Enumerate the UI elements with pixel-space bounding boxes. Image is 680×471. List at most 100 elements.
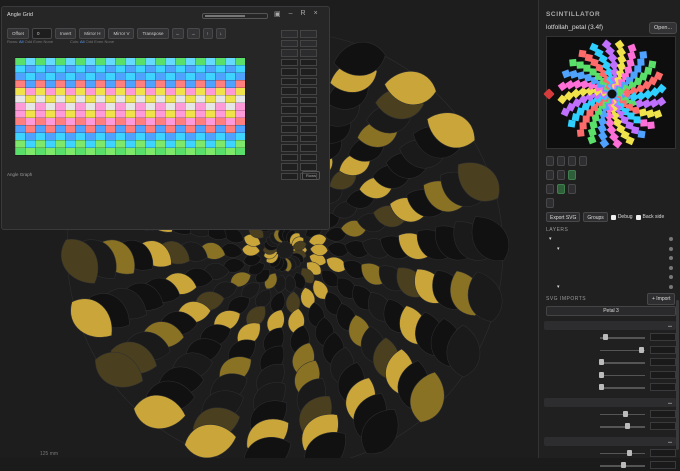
- angle-cell[interactable]: [44, 72, 56, 81]
- angle-cell[interactable]: [234, 124, 246, 133]
- angle-cell[interactable]: [34, 72, 46, 81]
- column-header[interactable]: [15, 50, 25, 58]
- angle-cell[interactable]: [134, 132, 146, 141]
- angle-cell[interactable]: [164, 139, 176, 148]
- angle-cell[interactable]: [224, 132, 236, 141]
- angle-cell[interactable]: [134, 124, 146, 133]
- angle-cell[interactable]: [214, 117, 226, 126]
- angle-cell[interactable]: [214, 147, 226, 156]
- row-header[interactable]: [5, 73, 15, 81]
- slider-handle[interactable]: [598, 359, 604, 365]
- column-header[interactable]: [65, 50, 75, 58]
- angle-cell[interactable]: [114, 117, 126, 126]
- param-value[interactable]: [650, 461, 676, 469]
- angle-cell[interactable]: [194, 72, 206, 81]
- column-header[interactable]: [25, 50, 35, 58]
- angle-cell[interactable]: [74, 109, 86, 118]
- angle-cell[interactable]: [134, 117, 146, 126]
- angle-cell[interactable]: [234, 94, 246, 103]
- angle-cell[interactable]: [104, 94, 116, 103]
- side-value-cell[interactable]: [300, 144, 317, 152]
- angle-cell[interactable]: [224, 109, 236, 118]
- side-value-cell[interactable]: [300, 134, 317, 142]
- angle-cell[interactable]: [124, 109, 136, 118]
- pattern-preview[interactable]: [546, 36, 676, 149]
- angle-cell[interactable]: [104, 147, 116, 156]
- angle-cell[interactable]: [124, 94, 136, 103]
- angle-cell[interactable]: [134, 87, 146, 96]
- angle-cell[interactable]: [154, 79, 166, 88]
- angle-cell[interactable]: [214, 72, 226, 81]
- param-slider[interactable]: [600, 362, 645, 364]
- angle-cell[interactable]: [234, 147, 246, 156]
- angle-cell[interactable]: [24, 64, 36, 73]
- angle-cell[interactable]: [174, 87, 186, 96]
- debug-checkbox[interactable]: Debug: [610, 212, 633, 222]
- column-header[interactable]: [105, 50, 115, 58]
- angle-cell[interactable]: [64, 132, 76, 141]
- angle-cell[interactable]: [44, 94, 56, 103]
- angle-cell[interactable]: [134, 102, 146, 111]
- angle-cell[interactable]: [114, 147, 126, 156]
- slider-handle[interactable]: [627, 449, 633, 456]
- angle-cell[interactable]: [204, 94, 216, 103]
- angle-cell[interactable]: [154, 87, 166, 96]
- save-icon[interactable]: ▣: [274, 10, 281, 18]
- angle-cell[interactable]: [54, 132, 66, 141]
- angle-cell[interactable]: [194, 79, 206, 88]
- angle-cell[interactable]: [34, 124, 46, 133]
- angle-cell[interactable]: [224, 117, 236, 126]
- angle-cell[interactable]: [164, 57, 176, 66]
- transpose-button[interactable]: Transpose: [137, 28, 169, 39]
- angle-cell[interactable]: [94, 72, 106, 81]
- param-value[interactable]: [650, 333, 676, 341]
- angle-cell[interactable]: [154, 147, 166, 156]
- close-icon[interactable]: ×: [314, 10, 318, 18]
- angle-cell[interactable]: [24, 139, 36, 148]
- angle-cell[interactable]: [224, 57, 236, 66]
- row-header[interactable]: [5, 125, 15, 133]
- angle-cell[interactable]: [34, 87, 46, 96]
- angle-cell[interactable]: [94, 102, 106, 111]
- minimize-icon[interactable]: –: [289, 10, 293, 18]
- angle-cell[interactable]: [204, 132, 216, 141]
- expand-icon[interactable]: ▾: [557, 246, 560, 252]
- angle-cell[interactable]: [24, 79, 36, 88]
- shift-left-button[interactable]: ←: [171, 28, 185, 39]
- angle-cell[interactable]: [124, 102, 136, 111]
- angle-cell[interactable]: [14, 139, 26, 148]
- side-value-cell[interactable]: [300, 125, 317, 133]
- angle-cell[interactable]: [144, 117, 156, 126]
- row-header[interactable]: [5, 148, 15, 156]
- slider-handle[interactable]: [603, 334, 609, 340]
- angle-cell[interactable]: [54, 64, 66, 73]
- column-header[interactable]: [35, 50, 45, 58]
- angle-cell[interactable]: [164, 72, 176, 81]
- angle-cell[interactable]: [214, 94, 226, 103]
- angle-cell[interactable]: [114, 94, 126, 103]
- column-header[interactable]: [215, 50, 225, 58]
- side-columns[interactable]: [279, 28, 319, 182]
- param-slider[interactable]: [600, 452, 645, 454]
- rows-none-link[interactable]: None: [44, 39, 54, 44]
- visibility-icon[interactable]: [669, 237, 673, 241]
- param-group-header[interactable]: ▬: [544, 436, 676, 446]
- angle-cell[interactable]: [214, 124, 226, 133]
- angle-cell[interactable]: [104, 57, 116, 66]
- angle-cell[interactable]: [24, 72, 36, 81]
- angle-cell[interactable]: [184, 102, 196, 111]
- import-button[interactable]: + Import: [647, 293, 676, 305]
- angle-cell[interactable]: [94, 109, 106, 118]
- angle-cell[interactable]: [54, 117, 66, 126]
- angle-cell[interactable]: [224, 124, 236, 133]
- visibility-icon[interactable]: [669, 265, 673, 270]
- reset-icon[interactable]: R: [301, 10, 306, 18]
- angle-cell[interactable]: [94, 132, 106, 141]
- angle-cell[interactable]: [114, 124, 126, 133]
- row-header[interactable]: [5, 95, 15, 103]
- angle-cell[interactable]: [184, 132, 196, 141]
- expand-icon[interactable]: ▾: [557, 284, 560, 290]
- angle-cell[interactable]: [64, 79, 76, 88]
- angle-cell[interactable]: [214, 139, 226, 148]
- angle-cell[interactable]: [234, 139, 246, 148]
